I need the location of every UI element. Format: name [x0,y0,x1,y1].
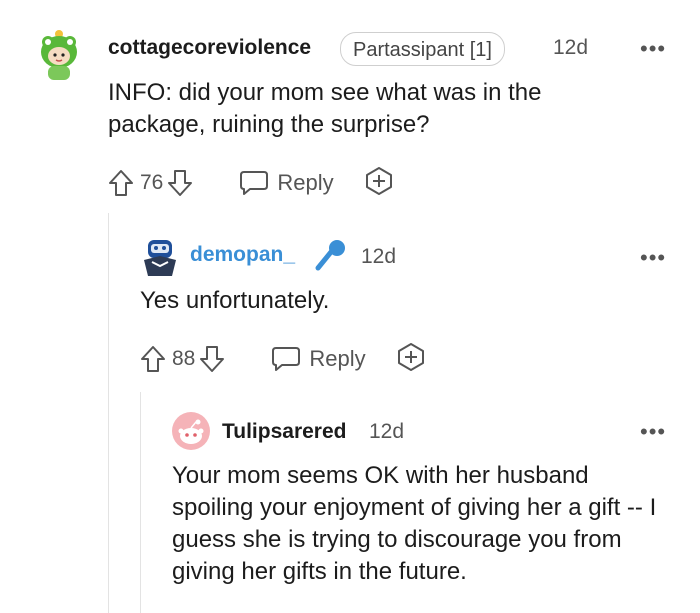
username[interactable]: cottagecoreviolence [108,36,311,60]
upvote-icon[interactable] [108,169,134,197]
avatar[interactable] [36,28,82,80]
reply-icon [240,171,269,195]
reply-label: Reply [277,170,334,195]
timestamp: 12d [553,36,589,59]
username[interactable]: Tulipsarered [222,420,346,444]
award-icon [397,342,424,371]
more-options-button[interactable]: ••• [640,247,666,269]
comment-actions: 88 Reply [140,342,426,376]
downvote-icon[interactable] [167,169,193,197]
timestamp: 12d [361,245,397,268]
blue-robot-snoo-avatar-icon [144,240,176,276]
green-frog-snoo-avatar-icon [41,30,77,80]
reply-button[interactable]: Reply [271,345,366,373]
vote-count: 76 [140,171,164,194]
avatar[interactable] [140,236,180,278]
user-flair: Partassipant [1] [340,32,505,66]
username[interactable]: demopan_ [190,243,295,267]
avatar[interactable] [172,412,210,450]
more-options-button[interactable]: ••• [640,38,666,60]
upvote-icon[interactable] [140,345,166,373]
reply-icon [272,347,301,371]
reply-label: Reply [309,346,366,371]
reply-button[interactable]: Reply [239,169,334,197]
comment-body: INFO: did your mom see what was in the p… [108,79,542,138]
downvote-icon[interactable] [199,345,225,373]
microphone-icon [314,238,348,277]
comment-actions: 76 Reply [108,166,394,200]
award-icon [365,166,392,195]
thread-line-level-2 [140,392,141,613]
timestamp: 12d [369,420,405,443]
thread-line-level-1 [108,213,109,613]
more-options-button[interactable]: ••• [640,421,666,443]
default-pink-snoo-avatar-icon [178,419,204,444]
award-button[interactable] [364,166,394,201]
comment-body: Yes unfortunately. [140,287,330,314]
vote-count: 88 [172,347,196,370]
comment-body: Your mom seems OK with her husband spoil… [172,462,657,585]
award-button[interactable] [396,342,426,377]
